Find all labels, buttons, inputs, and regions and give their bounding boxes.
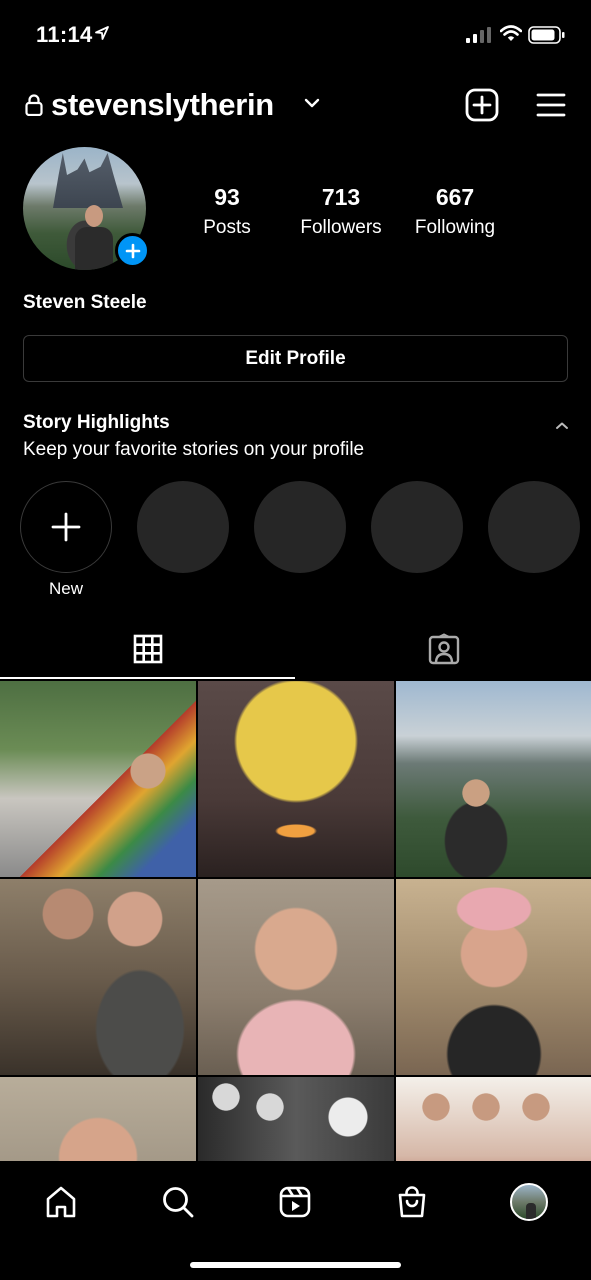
post-thumbnail[interactable] bbox=[198, 681, 394, 877]
plus-icon bbox=[125, 243, 140, 258]
add-story-button[interactable] bbox=[115, 233, 150, 268]
nav-reels-button[interactable] bbox=[270, 1177, 320, 1227]
nav-profile-button[interactable] bbox=[504, 1177, 554, 1227]
profile-full-name: Steven Steele bbox=[23, 292, 147, 313]
reels-icon bbox=[279, 1186, 311, 1218]
home-icon bbox=[46, 1186, 76, 1218]
profile-header: stevenslytherin bbox=[0, 80, 591, 130]
battery-icon bbox=[528, 25, 566, 50]
home-indicator bbox=[190, 1262, 401, 1268]
stat-followers-label: Followers bbox=[300, 217, 382, 238]
stat-posts-label: Posts bbox=[203, 217, 251, 238]
post-thumbnail[interactable] bbox=[0, 879, 196, 1075]
new-highlight-label: New bbox=[48, 579, 83, 598]
stat-followers-value: 713 bbox=[321, 184, 361, 210]
post-thumbnail[interactable] bbox=[0, 1077, 196, 1161]
stat-followers[interactable]: 713 Followers bbox=[281, 184, 401, 239]
post-thumbnail[interactable] bbox=[396, 1077, 591, 1161]
post-thumbnail[interactable] bbox=[396, 879, 591, 1075]
menu-icon bbox=[536, 93, 566, 117]
chevron-up-icon[interactable] bbox=[555, 418, 569, 436]
tagged-icon bbox=[428, 633, 459, 665]
highlight-placeholder bbox=[488, 481, 580, 573]
cellular-signal-icon bbox=[466, 27, 492, 48]
story-highlights-subtitle: Keep your favorite stories on your profi… bbox=[23, 439, 365, 460]
post-thumbnail[interactable] bbox=[0, 681, 196, 877]
new-post-icon bbox=[465, 88, 499, 122]
status-bar: 11:14 bbox=[0, 0, 591, 70]
search-icon bbox=[163, 1187, 194, 1218]
status-time: 11:14 bbox=[36, 22, 93, 47]
stat-following[interactable]: 667 Following bbox=[395, 184, 515, 239]
plus-icon bbox=[51, 512, 81, 542]
tab-tagged[interactable] bbox=[296, 620, 591, 678]
stat-posts-value: 93 bbox=[214, 184, 240, 210]
nav-home-button[interactable] bbox=[36, 1177, 86, 1227]
nav-search-button[interactable] bbox=[153, 1177, 203, 1227]
new-post-button[interactable] bbox=[465, 88, 499, 122]
posts-grid bbox=[0, 681, 591, 1161]
grid-icon bbox=[133, 634, 162, 664]
wifi-icon bbox=[499, 25, 523, 47]
post-thumbnail[interactable] bbox=[198, 879, 394, 1075]
lock-icon bbox=[25, 94, 43, 121]
new-highlight-button[interactable] bbox=[20, 481, 112, 573]
stat-posts[interactable]: 93 Posts bbox=[167, 184, 287, 239]
stat-following-label: Following bbox=[414, 217, 496, 238]
tab-posts-grid[interactable] bbox=[0, 620, 295, 678]
post-thumbnail[interactable] bbox=[396, 681, 591, 877]
stat-following-value: 667 bbox=[435, 184, 475, 210]
highlight-placeholder bbox=[137, 481, 229, 573]
profile-avatar-small bbox=[510, 1183, 548, 1221]
post-thumbnail[interactable] bbox=[198, 1077, 394, 1161]
highlight-placeholder bbox=[371, 481, 463, 573]
account-switcher-username[interactable]: stevenslytherin bbox=[51, 87, 274, 123]
chevron-down-icon[interactable] bbox=[304, 96, 320, 114]
edit-profile-button[interactable]: Edit Profile bbox=[23, 335, 568, 382]
active-tab-indicator bbox=[0, 677, 295, 679]
highlight-placeholder bbox=[254, 481, 346, 573]
shop-icon bbox=[398, 1186, 426, 1218]
menu-button[interactable] bbox=[535, 90, 567, 120]
nav-shop-button[interactable] bbox=[387, 1177, 437, 1227]
story-highlights-title: Story Highlights bbox=[23, 412, 170, 433]
location-arrow-icon bbox=[94, 25, 110, 46]
